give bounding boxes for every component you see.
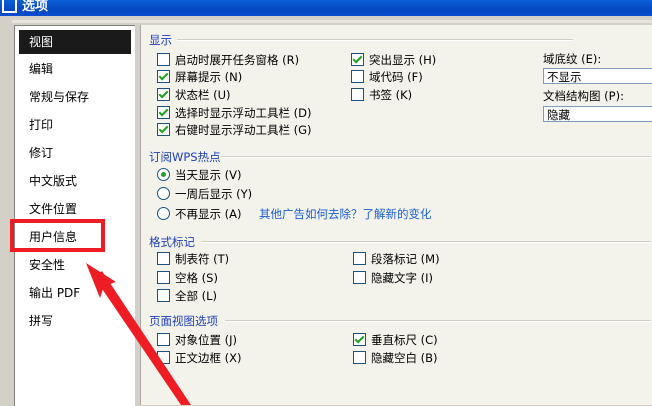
annotation-arrow-shaft bbox=[94, 271, 191, 405]
annotation-arrow-icon bbox=[86, 263, 191, 405]
